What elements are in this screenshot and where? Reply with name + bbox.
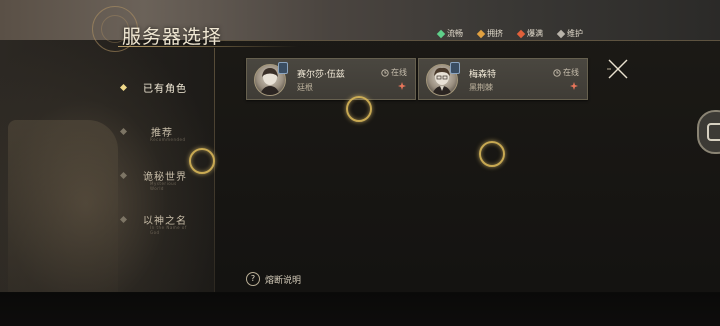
nav-item-mysterious-world[interactable]: 诡秘世界 Mysterious World	[120, 168, 187, 191]
nav-sublabel: Recommended	[150, 137, 186, 142]
diamond-bullet-icon	[120, 128, 127, 135]
server-name: 廷根	[297, 83, 313, 92]
diamond-bullet-icon	[120, 216, 127, 223]
help-label: 熔断说明	[265, 275, 302, 286]
status-dot-icon	[476, 29, 486, 38]
page-title: 服务器选择	[122, 26, 223, 48]
nav-sublabel: Mysterious World	[150, 181, 177, 191]
status-label: 在线	[391, 68, 407, 77]
sparkle-icon	[398, 82, 406, 90]
status-dot-icon	[516, 29, 526, 38]
status-label: 在线	[563, 68, 579, 77]
clock-icon	[381, 68, 389, 77]
legend-label: 维护	[567, 29, 583, 38]
server-name: 黑荆棘	[469, 83, 493, 92]
question-icon: ?	[246, 272, 260, 286]
circuit-break-help-button[interactable]: ? 熔断说明	[246, 272, 301, 286]
title-underline	[118, 46, 298, 47]
golden-ring-icon	[479, 141, 505, 167]
faction-badge-icon	[450, 62, 460, 74]
clock-icon	[553, 68, 561, 77]
side-menu-button[interactable]	[697, 110, 720, 154]
golden-ring-icon	[189, 148, 215, 174]
character-name: 梅森特	[469, 70, 497, 80]
legend-label: 拥挤	[487, 29, 503, 38]
nav-item-in-the-name-of-god[interactable]: 以神之名 In the Name of God	[120, 212, 187, 235]
faction-badge-icon	[278, 62, 288, 74]
sidebar-divider	[214, 48, 215, 292]
nav-item-recommended[interactable]: 推荐 Recommended	[120, 124, 185, 142]
server-card[interactable]: 梅森特 黑荆棘 在线	[418, 58, 588, 100]
character-name: 赛尔莎·伍兹	[297, 70, 345, 80]
bottom-bar	[0, 292, 720, 326]
diamond-bullet-icon	[120, 172, 127, 179]
diamond-bullet-icon	[120, 84, 127, 91]
nav-label: 已有角色	[143, 84, 187, 95]
close-button[interactable]	[606, 57, 630, 81]
golden-ring-icon	[346, 96, 372, 122]
server-card[interactable]: 赛尔莎·伍兹 廷根 在线	[246, 58, 416, 100]
online-status: 在线	[381, 67, 407, 78]
nav-item-owned-roles[interactable]: 已有角色	[120, 80, 187, 95]
legend-item-smooth: 流畅	[436, 28, 463, 39]
legend-label: 爆满	[527, 29, 543, 38]
legend-item-full: 爆满	[516, 28, 543, 39]
nav-sublabel: In the Name of God	[150, 225, 187, 235]
tower-silhouette	[8, 120, 118, 292]
menu-icon	[707, 123, 720, 141]
close-icon	[607, 59, 628, 79]
legend-label: 流畅	[447, 29, 463, 38]
legend-item-busy: 拥挤	[476, 28, 503, 39]
status-dot-icon	[556, 29, 566, 38]
status-dot-icon	[436, 29, 446, 38]
online-status: 在线	[553, 67, 579, 78]
sparkle-icon	[570, 82, 578, 90]
legend-item-maintenance: 维护	[556, 28, 583, 39]
